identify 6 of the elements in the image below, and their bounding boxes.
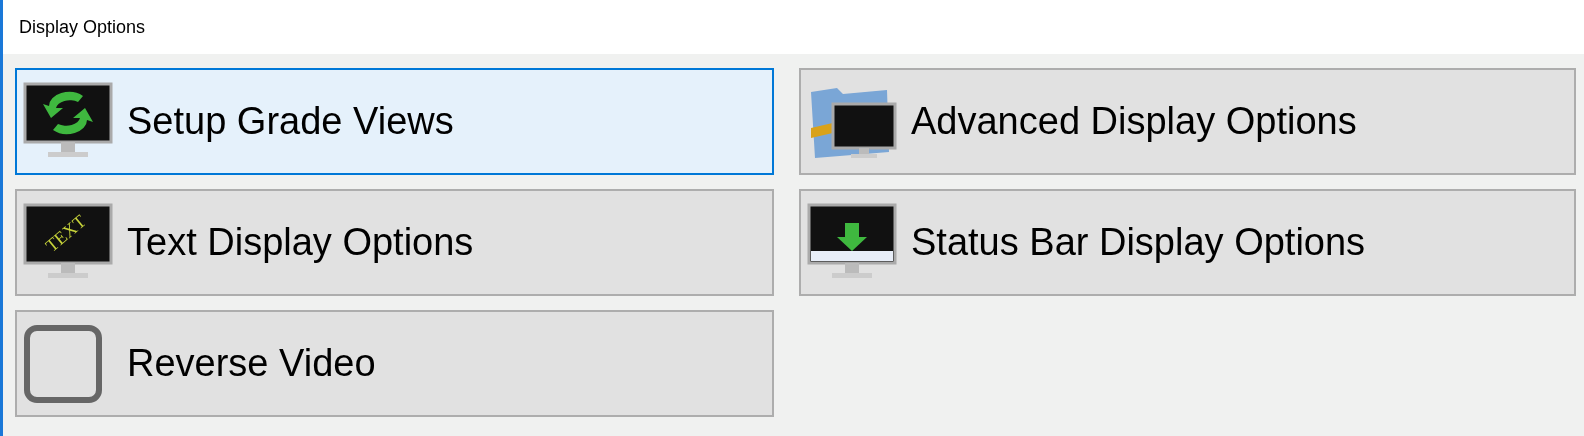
option-button[interactable]: Status Bar Display Options bbox=[799, 189, 1576, 296]
checkbox[interactable]: Reverse Video bbox=[15, 310, 774, 417]
window-title: Display Options bbox=[19, 16, 146, 38]
option-button[interactable]: Advanced Display Options bbox=[799, 68, 1576, 175]
option-button[interactable]: Setup Grade Views bbox=[15, 68, 774, 175]
checkbox-icon bbox=[23, 323, 103, 404]
